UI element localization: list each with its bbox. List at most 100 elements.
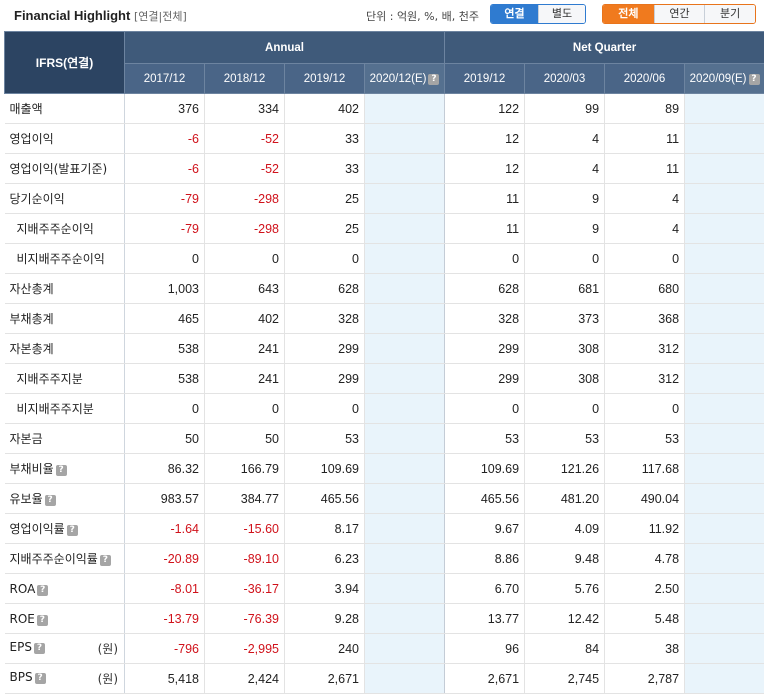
period-all-button[interactable]: 전체 [603, 5, 654, 23]
value-cell: -796 [124, 633, 205, 664]
value-cell: 0 [444, 393, 526, 424]
table-row: 지배주주순이익 -79 -298 25 11 9 4 [4, 213, 764, 244]
value-cell: -52 [204, 153, 285, 184]
value-cell: 53 [524, 423, 606, 454]
period-header: 2019/12 [444, 63, 526, 94]
value-cell: 121.26 [524, 453, 606, 484]
value-cell: 8.17 [284, 513, 365, 544]
consolidated-button[interactable]: 연결 [491, 5, 538, 23]
value-cell: 628 [284, 273, 365, 304]
row-label-text: 당기순이익 [9, 192, 65, 206]
row-label-text: 자본총계 [9, 342, 54, 356]
table-row: 부채비율? 86.32 166.79 109.69 109.69 121.26 117.68 [4, 453, 764, 484]
row-label: 자본총계 [4, 333, 125, 364]
row-label-text: 영업이익률 [9, 522, 65, 536]
row-label: 유보율? [4, 483, 125, 514]
estimate-cell [364, 273, 446, 304]
value-cell: 240 [284, 633, 365, 664]
separate-button[interactable]: 별도 [538, 5, 585, 23]
value-cell: -298 [204, 183, 285, 214]
period-header: 2019/12 [284, 63, 365, 94]
value-cell: 4 [524, 153, 606, 184]
value-cell: 109.69 [444, 453, 526, 484]
row-label: 당기순이익 [4, 183, 125, 214]
value-cell: 11 [604, 123, 686, 154]
table-row: 지배주주지분 538 241 299 299 308 312 [4, 363, 764, 394]
value-cell: 5,418 [124, 663, 205, 694]
value-cell: 4.78 [604, 543, 686, 574]
period-annual-button[interactable]: 연간 [653, 5, 705, 23]
row-label: 지배주주지분 [4, 363, 125, 394]
help-icon[interactable]: ? [34, 673, 46, 684]
help-icon[interactable]: ? [44, 495, 56, 506]
consolidation-toggle: 연결 별도 [490, 4, 586, 24]
value-cell: 11 [444, 183, 526, 214]
value-cell: 89 [604, 93, 686, 124]
value-cell: 334 [204, 93, 285, 124]
value-cell: -298 [204, 213, 285, 244]
estimate-cell [684, 603, 764, 634]
estimate-cell [364, 633, 446, 664]
help-icon[interactable]: ? [428, 73, 440, 85]
estimate-cell [364, 603, 446, 634]
unit-text: 단위 : 억원, %, 배, 천주 [366, 10, 479, 23]
estimate-cell [684, 93, 764, 124]
value-cell: 9 [524, 213, 606, 244]
help-icon[interactable]: ? [66, 525, 78, 536]
help-icon[interactable]: ? [36, 614, 48, 626]
row-label-text: 자본금 [9, 432, 43, 446]
table-row: 부채총계 465 402 328 328 373 368 [4, 303, 764, 334]
value-cell: 25 [284, 183, 365, 214]
estimate-cell [364, 123, 446, 154]
value-cell: 4 [524, 123, 606, 154]
period-label: 2019/12 [303, 72, 346, 85]
value-cell: 983.57 [124, 483, 205, 514]
help-icon[interactable]: ? [37, 584, 49, 596]
value-cell: 4.09 [524, 513, 606, 544]
row-label-text: 부채총계 [9, 312, 54, 326]
value-cell: 328 [284, 303, 365, 334]
estimate-cell [364, 573, 446, 604]
value-cell: 1,003 [124, 273, 205, 304]
value-cell: 312 [604, 363, 686, 394]
value-cell: -2,995 [204, 633, 285, 664]
annual-header: Annual [123, 31, 446, 64]
estimate-cell [684, 453, 764, 484]
help-icon[interactable]: ? [33, 643, 45, 654]
value-cell: 86.32 [124, 453, 205, 484]
table-row: 비지배주주순이익 0 0 0 0 0 0 [4, 243, 764, 274]
row-label: 비지배주주순이익 [4, 243, 125, 274]
estimate-cell [684, 573, 764, 604]
value-cell: 368 [604, 303, 686, 334]
help-icon[interactable]: ? [99, 555, 111, 566]
row-label-text: 영업이익(발표기준) [9, 162, 108, 176]
value-cell: -52 [204, 123, 285, 154]
value-cell: 308 [524, 333, 606, 364]
period-label: 2020/06 [623, 72, 666, 85]
table-row: 매출액 376 334 402 122 99 89 [4, 93, 764, 124]
row-label-text: 영업이익 [9, 132, 54, 146]
value-cell: 25 [284, 213, 365, 244]
value-cell: 0 [204, 393, 285, 424]
value-cell: 0 [204, 243, 285, 274]
value-cell: 6.70 [444, 573, 526, 604]
value-cell: 0 [524, 393, 606, 424]
period-label: 2018/12 [223, 72, 266, 85]
value-cell: 628 [444, 273, 526, 304]
value-cell: 9.48 [524, 543, 606, 574]
row-label: 지배주주순이익률? [4, 543, 125, 574]
value-cell: -20.89 [124, 543, 205, 574]
help-icon[interactable]: ? [55, 465, 67, 476]
period-quarter-button[interactable]: 분기 [704, 5, 755, 23]
help-icon[interactable]: ? [748, 73, 760, 85]
row-label-text: ROA [9, 581, 36, 596]
estimate-cell [364, 183, 446, 214]
value-cell: 4 [604, 213, 686, 244]
value-cell: 0 [124, 243, 205, 274]
row-label: ROE? [4, 603, 125, 634]
row-label-text: 지배주주순이익률 [9, 552, 98, 566]
value-cell: 0 [284, 393, 365, 424]
value-cell: -79 [124, 213, 205, 244]
row-label: 영업이익(발표기준) [4, 153, 125, 184]
value-cell: 5.48 [604, 603, 686, 634]
